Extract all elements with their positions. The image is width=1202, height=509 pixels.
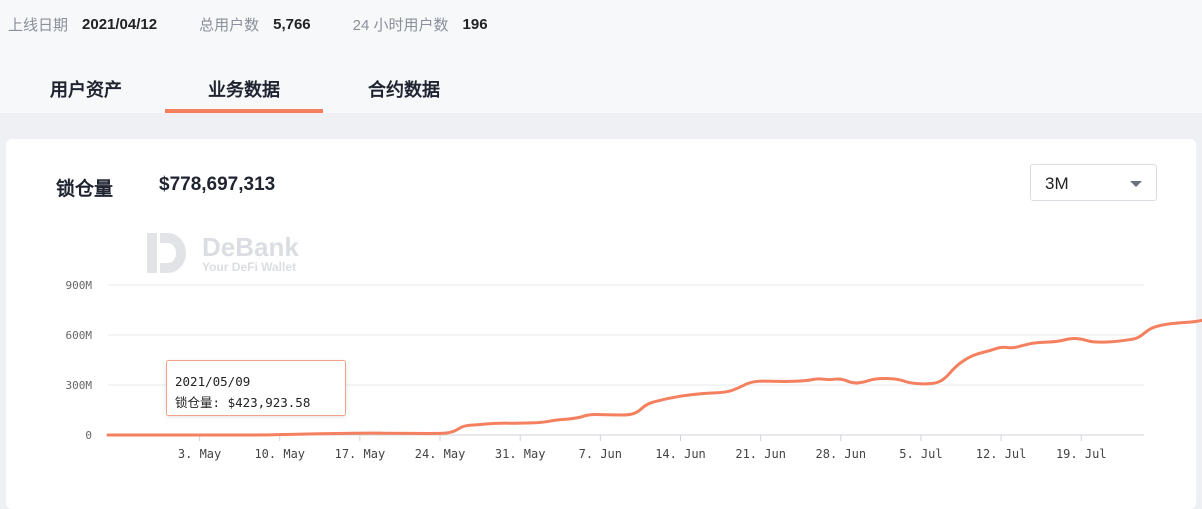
x-tick-label: 24. May bbox=[415, 447, 466, 461]
x-tick-label: 7. Jun bbox=[579, 447, 622, 461]
tooltip-date: 2021/05/09 bbox=[175, 374, 251, 389]
chart-tooltip: 2021/05/09 锁仓量: $423,923.58 bbox=[166, 360, 346, 416]
x-tick-label: 17. May bbox=[335, 447, 386, 461]
x-tick-label: 21. Jun bbox=[735, 447, 786, 461]
x-tick-label: 28. Jun bbox=[816, 447, 867, 461]
watermark-brand: DeBank bbox=[202, 232, 299, 262]
tooltip-value: $423,923.58 bbox=[227, 395, 311, 410]
tooltip-value-row: 锁仓量: $423,923.58 bbox=[175, 392, 310, 411]
watermark-tagline: Your DeFi Wallet bbox=[202, 260, 296, 274]
y-tick-label: 600M bbox=[66, 329, 93, 342]
watermark: DeBank Your DeFi Wallet bbox=[147, 232, 299, 274]
y-tick-label: 0 bbox=[85, 429, 92, 442]
debank-logo-icon bbox=[147, 233, 186, 273]
x-tick-label: 3. May bbox=[178, 447, 221, 461]
tvl-line-chart: DeBank Your DeFi Wallet 0 300M 600M 900M 3.… bbox=[66, 232, 1202, 461]
x-tick-label: 5. Jul bbox=[899, 447, 942, 461]
x-tick-label: 12. Jul bbox=[976, 447, 1027, 461]
y-tick-label: 300M bbox=[66, 379, 93, 392]
x-tick-label: 19. Jul bbox=[1056, 447, 1107, 461]
x-tick-label: 14. Jun bbox=[655, 447, 706, 461]
x-tick-label: 10. May bbox=[254, 447, 305, 461]
x-tick-label: 31. May bbox=[495, 447, 546, 461]
tooltip-label: 锁仓量: bbox=[175, 395, 221, 410]
y-tick-label: 900M bbox=[66, 279, 93, 292]
y-axis: 0 300M 600M 900M bbox=[66, 279, 93, 442]
x-axis: 3. May 10. May 17. May 24. May 31. May 7. Jun… bbox=[178, 435, 1107, 461]
